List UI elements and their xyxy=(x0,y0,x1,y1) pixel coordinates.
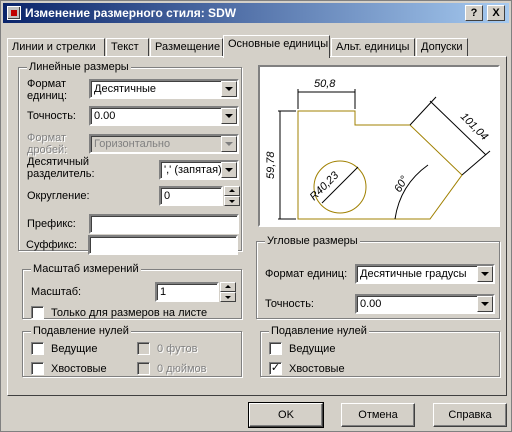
trailing-zeros-label: Хвостовые xyxy=(51,363,107,375)
fraction-format-value: Горизонтально xyxy=(94,138,171,150)
unit-format-value: Десятичные xyxy=(94,83,157,95)
leading-zeros-checkbox[interactable] xyxy=(31,342,44,355)
angular-leading-zeros-checkbox[interactable] xyxy=(269,342,282,355)
precision-value: 0.00 xyxy=(94,110,116,122)
help-title-button[interactable]: ? xyxy=(465,5,483,21)
suffix-input[interactable] xyxy=(88,235,238,255)
fraction-format-label: Формат дробей: xyxy=(27,132,68,156)
preview-labels: 50,8 59,78 R40,23 60° 101,04 xyxy=(265,78,490,203)
dimension-preview: 50,8 59,78 R40,23 60° 101,04 xyxy=(258,65,500,227)
chevron-down-icon[interactable] xyxy=(221,81,237,97)
dim-radius-text: R40,23 xyxy=(308,169,342,203)
unit-format-select[interactable]: Десятичные xyxy=(89,79,239,99)
spin-down-icon[interactable] xyxy=(224,196,240,206)
zero-suppression-linear-title: Подавление нулей xyxy=(31,325,131,337)
zero-feet-label: 0 футов xyxy=(157,343,198,355)
dim-angle-text: 60° xyxy=(392,174,411,195)
linear-dimensions-title: Линейные размеры xyxy=(27,61,131,73)
angular-unit-format-value: Десятичные градусы xyxy=(360,268,467,280)
unit-format-label: Формат единиц: xyxy=(27,78,68,102)
preview-drawing: 50,8 59,78 R40,23 60° 101,04 xyxy=(265,78,491,220)
zero-feet-checkbox xyxy=(137,342,150,355)
window-title: Изменение размерного стиля: SDW xyxy=(25,6,237,20)
tab-panel: Линейные размеры Формат единиц: Десятичн… xyxy=(7,56,507,396)
layout-only-checkbox[interactable] xyxy=(31,306,44,319)
zero-suppression-linear-group: Подавление нулей Ведущие Хвостовые 0 фут… xyxy=(22,325,242,377)
tab-alternate-units[interactable]: Альт. единицы xyxy=(331,38,415,57)
trailing-zeros-checkbox[interactable] xyxy=(31,362,44,375)
dimension-style-dialog: Изменение размерного стиля: SDW ? X Лини… xyxy=(0,0,512,432)
chevron-down-icon xyxy=(221,136,237,152)
ok-button[interactable]: OK xyxy=(248,402,324,428)
precision-select[interactable]: 0.00 xyxy=(89,106,239,126)
decimal-separator-select[interactable]: ',' (запятая) xyxy=(159,160,239,180)
dim-diag-text: 101,04 xyxy=(458,111,490,143)
angular-dimensions-group: Угловые размеры Формат единиц: Десятичны… xyxy=(256,235,500,319)
scale-factor-spinner[interactable] xyxy=(220,282,236,302)
spin-up-icon[interactable] xyxy=(224,186,240,196)
chevron-down-icon[interactable] xyxy=(221,162,237,178)
angular-precision-select[interactable]: 0.00 xyxy=(355,294,495,314)
prefix-label: Префикс: xyxy=(27,218,76,230)
chevron-down-icon[interactable] xyxy=(477,296,493,312)
measurement-scale-group: Масштаб измерений Масштаб: 1 Только для … xyxy=(22,263,242,319)
round-off-spinner[interactable] xyxy=(224,186,240,206)
round-off-input[interactable]: 0 xyxy=(159,186,223,206)
scale-factor-value: 1 xyxy=(160,286,167,298)
angular-unit-format-label: Формат единиц: xyxy=(265,268,348,280)
tab-text[interactable]: Текст xyxy=(106,38,149,57)
angular-leading-zeros-label: Ведущие xyxy=(289,343,336,355)
decimal-separator-label: Десятичный разделитель: xyxy=(27,156,95,180)
cancel-button[interactable]: Отмена xyxy=(341,403,415,427)
decimal-separator-value: ',' (запятая) xyxy=(164,164,222,176)
round-off-label: Округление: xyxy=(27,190,90,202)
angular-precision-label: Точность: xyxy=(265,298,314,310)
title-bar: Изменение размерного стиля: SDW ? X xyxy=(3,3,509,23)
precision-label: Точность: xyxy=(27,110,76,122)
scale-factor-label: Масштаб: xyxy=(31,286,82,298)
help-button[interactable]: Справка xyxy=(433,403,507,427)
leading-zeros-label: Ведущие xyxy=(51,343,98,355)
scale-factor-input[interactable]: 1 xyxy=(155,282,219,302)
angular-unit-format-select[interactable]: Десятичные градусы xyxy=(355,264,495,284)
spin-up-icon[interactable] xyxy=(220,282,236,292)
ext-line xyxy=(409,96,437,126)
tab-primary-units[interactable]: Основные единицы xyxy=(223,35,330,58)
fraction-format-select[interactable]: Горизонтально xyxy=(89,134,239,154)
measurement-scale-title: Масштаб измерений xyxy=(31,263,141,275)
dim-top-text: 50,8 xyxy=(314,78,336,90)
round-off-value: 0 xyxy=(164,190,171,202)
preview-dimension-lines xyxy=(278,89,491,220)
spin-down-icon[interactable] xyxy=(220,292,236,302)
tab-tolerances[interactable]: Допуски xyxy=(416,38,468,57)
suffix-label: Суффикс: xyxy=(26,239,78,251)
layout-only-label: Только для размеров на листе xyxy=(51,307,208,319)
zero-inches-checkbox xyxy=(137,362,150,375)
angular-trailing-zeros-checkbox[interactable]: ✓ xyxy=(269,362,282,375)
angular-precision-value: 0.00 xyxy=(360,298,382,310)
prefix-input[interactable] xyxy=(89,214,239,234)
zero-suppression-angular-group: Подавление нулей Ведущие ✓ Хвостовые xyxy=(260,325,500,377)
app-icon xyxy=(7,6,21,20)
linear-dimensions-group: Линейные размеры Формат единиц: Десятичн… xyxy=(18,61,242,251)
angular-dimensions-title: Угловые размеры xyxy=(265,235,360,247)
chevron-down-icon[interactable] xyxy=(221,108,237,124)
tab-fit[interactable]: Размещение xyxy=(150,38,223,57)
zero-suppression-angular-title: Подавление нулей xyxy=(269,325,369,337)
close-button[interactable]: X xyxy=(487,5,505,21)
dim-left-text: 59,78 xyxy=(265,151,277,179)
chevron-down-icon[interactable] xyxy=(477,266,493,282)
zero-inches-label: 0 дюймов xyxy=(157,363,207,375)
angular-trailing-zeros-label: Хвостовые xyxy=(289,363,345,375)
tab-lines-arrows[interactable]: Линии и стрелки xyxy=(7,38,105,57)
